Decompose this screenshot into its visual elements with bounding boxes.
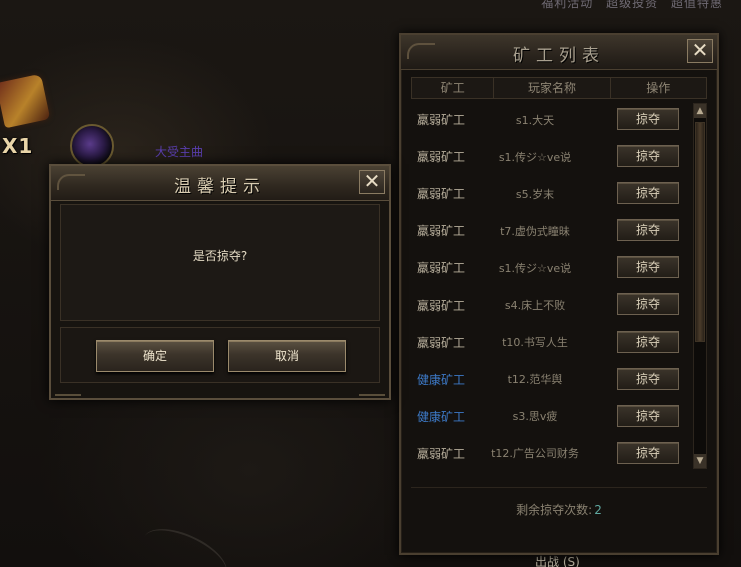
table-row: 羸弱矿工 t10.书写人生 掠夺: [411, 324, 693, 361]
cancel-button[interactable]: 取消: [228, 340, 346, 372]
plunder-button[interactable]: 掠夺: [617, 330, 679, 353]
table-row: 健康矿工 t12.范华舆 掠夺: [411, 361, 693, 398]
scroll-down-icon[interactable]: ▼: [694, 454, 706, 468]
scroll-up-icon[interactable]: ▲: [694, 104, 706, 118]
column-header-action: 操作: [646, 81, 671, 95]
plunder-button[interactable]: 掠夺: [617, 367, 679, 390]
remaining-attempts: 剩余掠夺次数: 2: [411, 487, 707, 532]
scrollbar[interactable]: ▲ ▼: [693, 103, 707, 469]
table-row: 羸弱矿工 s5.岁末 掠夺: [411, 175, 693, 212]
dialog-body: 是否掠夺?: [60, 204, 380, 321]
miner-table-header: 矿工 玩家名称 操作: [411, 77, 707, 99]
miner-table-body: 羸弱矿工 s1.大天 掠夺 羸弱矿工 s1.传ジ☆ve说 掠夺 羸弱矿工 s5.岁末 掠夺 羸弱矿…: [411, 101, 693, 472]
player-name: t10.书写人生: [502, 336, 568, 350]
miner-type: 健康矿工: [417, 372, 466, 387]
gem-label: 大受主曲: [155, 145, 204, 159]
plunder-button[interactable]: 掠夺: [617, 182, 679, 205]
dialog-title: 温馨提示: [174, 177, 266, 197]
table-row: 羸弱矿工 s1.传ジ☆ve说 掠夺: [411, 138, 693, 175]
column-header-miner: 矿工: [412, 78, 495, 98]
plunder-button[interactable]: 掠夺: [617, 293, 679, 316]
plunder-button[interactable]: 掠夺: [617, 145, 679, 168]
miner-type: 羸弱矿工: [417, 335, 466, 350]
miner-type: 羸弱矿工: [417, 150, 466, 165]
dialog-close-button[interactable]: ✕: [359, 170, 385, 194]
miner-type: 羸弱矿工: [417, 187, 466, 202]
player-name: s3.思v疲: [512, 410, 558, 424]
table-row: 羸弱矿工 s4.床上不败 掠夺: [411, 286, 693, 323]
plunder-button[interactable]: 掠夺: [617, 219, 679, 242]
player-name: s4.床上不败: [504, 299, 566, 313]
scroll-thumb[interactable]: [695, 122, 705, 342]
plunder-button[interactable]: 掠夺: [617, 108, 679, 130]
miner-type: 羸弱矿工: [417, 113, 466, 128]
player-name: s1.传ジ☆ve说: [498, 150, 572, 164]
panel-close-button[interactable]: ✕: [687, 39, 713, 63]
miner-type: 羸弱矿工: [417, 298, 466, 313]
table-row: 羸弱矿工 s1.传ジ☆ve说 掠夺: [411, 249, 693, 286]
reward-item-icon[interactable]: [0, 73, 51, 129]
battle-shortcut-label[interactable]: 出战 (S): [535, 553, 580, 567]
plunder-button[interactable]: 掠夺: [617, 441, 679, 464]
remaining-label: 剩余掠夺次数:: [516, 503, 593, 517]
player-name: t7.虚伪式瞳昧: [500, 224, 570, 238]
dialog-ornament-bottom-left: [55, 386, 81, 396]
panel-titlebar: 矿工列表 ✕: [401, 35, 717, 70]
table-row: 羸弱矿工 s1.大天 掠夺: [411, 101, 693, 138]
panel-title: 矿工列表: [513, 46, 605, 66]
reward-count: X1: [2, 134, 34, 158]
top-link-deal[interactable]: 超值特惠: [671, 0, 723, 10]
miner-type: 羸弱矿工: [417, 224, 466, 239]
miner-list-panel: 矿工列表 ✕ 矿工 玩家名称 操作 羸弱矿工 s1.大天 掠夺 羸弱矿工 s1.传ジ☆v…: [399, 33, 719, 555]
player-name: t12.广告公司财务: [491, 447, 579, 461]
top-link-welfare[interactable]: 福利活动: [541, 0, 593, 10]
dialog-ornament-bottom-right: [359, 386, 385, 396]
dialog-titlebar: 温馨提示 ✕: [51, 166, 389, 201]
plunder-button[interactable]: 掠夺: [617, 404, 679, 427]
table-row: 羸弱矿工 t7.虚伪式瞳昧 掠夺: [411, 212, 693, 249]
miner-type: 羸弱矿工: [417, 261, 466, 276]
top-links: 福利活动 超级投资 超值特惠: [533, 0, 723, 11]
table-row: 羸弱矿工 t12.广告公司财务 掠夺: [411, 435, 693, 472]
miner-type: 羸弱矿工: [417, 446, 466, 461]
gem-icon[interactable]: [70, 124, 114, 168]
column-header-player: 玩家名称: [494, 78, 611, 98]
background-decoration: [135, 517, 235, 567]
plunder-button[interactable]: 掠夺: [617, 256, 679, 279]
player-name: s5.岁末: [515, 187, 555, 201]
remaining-count: 2: [594, 503, 602, 517]
player-name: t12.范华舆: [507, 373, 563, 387]
table-row: 健康矿工 s3.思v疲 掠夺: [411, 398, 693, 435]
top-link-invest[interactable]: 超级投资: [606, 0, 658, 10]
player-name: s1.传ジ☆ve说: [498, 261, 572, 275]
player-name: s1.大天: [515, 113, 555, 127]
dialog-message: 是否掠夺?: [192, 249, 248, 263]
confirm-button[interactable]: 确定: [96, 340, 214, 372]
miner-type: 健康矿工: [417, 409, 466, 424]
confirm-dialog: 温馨提示 ✕ 是否掠夺? 确定 取消: [49, 164, 391, 400]
